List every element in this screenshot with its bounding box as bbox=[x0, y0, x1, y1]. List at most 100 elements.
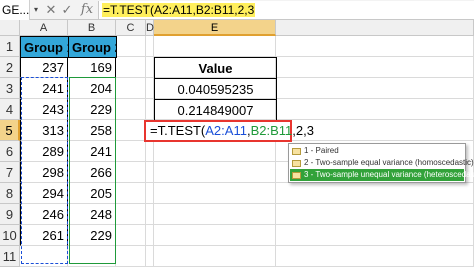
cell[interactable] bbox=[276, 99, 474, 120]
cell[interactable] bbox=[276, 36, 474, 57]
autocomplete-item[interactable]: 1 - Paired bbox=[290, 145, 464, 157]
cell[interactable] bbox=[276, 225, 474, 246]
column-header-b[interactable]: B bbox=[68, 20, 116, 36]
row-header-5[interactable]: 5 bbox=[0, 120, 20, 141]
cell[interactable] bbox=[116, 78, 146, 99]
cell[interactable] bbox=[276, 204, 474, 225]
table-cell[interactable]: 205 bbox=[68, 183, 116, 204]
cell[interactable] bbox=[146, 183, 154, 204]
cancel-icon[interactable]: ✕ bbox=[44, 0, 58, 20]
cell[interactable] bbox=[276, 246, 474, 267]
autocomplete-item[interactable]: 2 - Two-sample equal variance (homosceda… bbox=[290, 157, 474, 169]
table-cell[interactable]: 313 bbox=[20, 120, 68, 141]
table-cell[interactable]: 243 bbox=[20, 99, 68, 120]
autocomplete-item-label: 1 - Paired bbox=[304, 146, 339, 155]
table-cell[interactable]: 294 bbox=[20, 183, 68, 204]
option-icon bbox=[292, 147, 301, 155]
cell[interactable] bbox=[154, 162, 276, 183]
table-header-2[interactable]: Group 2 bbox=[68, 36, 117, 58]
row-header-11[interactable]: 11 bbox=[0, 246, 20, 267]
editing-cell[interactable]: =T.TEST(A2:A11,B2:B11,2,3 bbox=[144, 120, 314, 142]
insert-function-icon[interactable]: fx bbox=[78, 0, 96, 20]
table-cell[interactable]: 229 bbox=[68, 99, 116, 120]
cell[interactable] bbox=[116, 162, 146, 183]
cell[interactable] bbox=[154, 141, 276, 162]
table-cell[interactable]: 261 bbox=[20, 225, 68, 246]
formula-text: =T.TEST(A2:A11,B2:B11,2,3 bbox=[102, 3, 256, 17]
formula-input[interactable]: =T.TEST(A2:A11,B2:B11,2,3 bbox=[98, 1, 474, 19]
option-icon bbox=[292, 159, 301, 167]
table-cell[interactable]: 237 bbox=[20, 57, 68, 78]
table-cell[interactable]: 298 bbox=[20, 162, 68, 183]
cell[interactable] bbox=[116, 120, 146, 141]
table-cell[interactable]: 248 bbox=[68, 204, 116, 225]
cell[interactable] bbox=[116, 204, 146, 225]
formula-bar: GE... ▾ ✕ ✓ fx =T.TEST(A2:A11,B2:B11,2,3 bbox=[0, 0, 474, 20]
row-header-3[interactable]: 3 bbox=[0, 78, 20, 99]
cell[interactable] bbox=[116, 246, 146, 267]
cell[interactable] bbox=[146, 225, 154, 246]
table-header-1[interactable]: Group 1 bbox=[20, 36, 69, 58]
formula-part-rest: ,2,3 bbox=[292, 123, 314, 138]
cell[interactable] bbox=[116, 141, 146, 162]
select-all-corner[interactable] bbox=[0, 20, 20, 36]
cell[interactable] bbox=[146, 162, 154, 183]
autocomplete-item-label: 3 - Two-sample unequal variance (heteros… bbox=[304, 170, 474, 179]
cell[interactable] bbox=[154, 225, 276, 246]
cell[interactable] bbox=[154, 36, 276, 57]
name-box-dropdown-icon[interactable]: ▾ bbox=[31, 0, 41, 20]
autocomplete-item[interactable]: 3 - Two-sample unequal variance (heteros… bbox=[290, 169, 474, 181]
autocomplete-item-label: 2 - Two-sample equal variance (homosceda… bbox=[304, 158, 474, 167]
table-cell[interactable]: 241 bbox=[68, 141, 116, 162]
cell[interactable] bbox=[116, 225, 146, 246]
enter-icon[interactable]: ✓ bbox=[60, 0, 74, 20]
cell[interactable] bbox=[146, 57, 154, 78]
row-header-10[interactable]: 10 bbox=[0, 225, 20, 246]
row-header-1[interactable]: 1 bbox=[0, 36, 20, 57]
row-header-6[interactable]: 6 bbox=[0, 141, 20, 162]
cell[interactable] bbox=[154, 246, 276, 267]
formula-part-ref-b: B2:B11 bbox=[250, 123, 293, 138]
table-cell[interactable]: 266 bbox=[68, 162, 116, 183]
cell[interactable] bbox=[68, 246, 116, 267]
column-header-e[interactable]: E bbox=[154, 20, 276, 36]
cell[interactable] bbox=[116, 183, 146, 204]
cell[interactable] bbox=[116, 57, 146, 78]
formula-part-prefix: =T.TEST( bbox=[150, 123, 206, 138]
cell[interactable] bbox=[146, 99, 154, 120]
table-cell[interactable]: 169 bbox=[68, 57, 116, 78]
row-header-9[interactable]: 9 bbox=[0, 204, 20, 225]
row-header-4[interactable]: 4 bbox=[0, 99, 20, 120]
cell[interactable] bbox=[276, 57, 474, 78]
name-box[interactable]: GE... bbox=[0, 0, 30, 20]
cell[interactable] bbox=[146, 246, 154, 267]
autocomplete-list: 1 - Paired 2 - Two-sample equal variance … bbox=[288, 143, 474, 183]
cell[interactable] bbox=[276, 183, 474, 204]
table-cell[interactable]: 289 bbox=[20, 141, 68, 162]
table-cell[interactable]: 246 bbox=[20, 204, 68, 225]
row-header-7[interactable]: 7 bbox=[0, 162, 20, 183]
cell[interactable] bbox=[20, 246, 68, 267]
column-header-d[interactable]: D bbox=[146, 20, 154, 36]
row-header-2[interactable]: 2 bbox=[0, 57, 20, 78]
cell[interactable] bbox=[146, 204, 154, 225]
table-cell[interactable]: 241 bbox=[20, 78, 68, 99]
table-cell[interactable]: 204 bbox=[68, 78, 116, 99]
cell[interactable] bbox=[154, 183, 276, 204]
cell[interactable] bbox=[146, 36, 154, 57]
cell[interactable] bbox=[146, 141, 154, 162]
value-cell[interactable]: 0.040595235 bbox=[154, 78, 277, 100]
column-header-a[interactable]: A bbox=[20, 20, 68, 36]
cell[interactable] bbox=[116, 99, 146, 120]
cell[interactable] bbox=[154, 204, 276, 225]
option-icon bbox=[292, 171, 301, 179]
table-cell[interactable]: 229 bbox=[68, 225, 116, 246]
cell[interactable] bbox=[146, 78, 154, 99]
cell[interactable] bbox=[116, 36, 146, 57]
value-header[interactable]: Value bbox=[154, 57, 277, 79]
cell[interactable] bbox=[276, 78, 474, 99]
column-header-c[interactable]: C bbox=[116, 20, 146, 36]
table-cell[interactable]: 258 bbox=[68, 120, 116, 141]
value-cell[interactable]: 0.214849007 bbox=[154, 99, 277, 121]
row-header-8[interactable]: 8 bbox=[0, 183, 20, 204]
